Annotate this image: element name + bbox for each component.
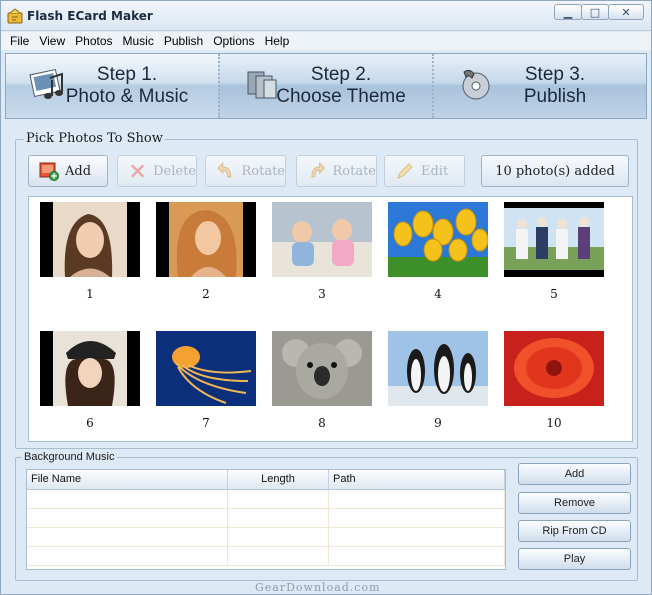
- photo-number: 9: [434, 416, 442, 430]
- step-banner: Step 1. Photo & Music Step 2. Choose The…: [5, 53, 647, 119]
- minimize-button[interactable]: ▁: [554, 4, 582, 20]
- photo-thumbnail: [388, 202, 488, 277]
- photo-thumbnail: [272, 202, 372, 277]
- photo-grid: 1 2 3 4 5 6 7 8 9 10: [28, 196, 633, 442]
- step-1-number: Step 1.: [96, 64, 158, 85]
- publish-disc-icon: [462, 69, 490, 100]
- photo-item[interactable]: 8: [272, 331, 372, 430]
- photo-item[interactable]: 6: [40, 331, 140, 430]
- photo-number: 10: [546, 416, 562, 430]
- music-table-header: File Name Length Path: [27, 470, 505, 490]
- step-photo-music[interactable]: Step 1. Photo & Music: [6, 54, 218, 118]
- photo-thumbnail: [504, 202, 604, 277]
- delete-icon: [130, 164, 145, 178]
- photo-item[interactable]: 5: [504, 202, 604, 301]
- rip-from-cd-button[interactable]: Rip From CD: [518, 520, 631, 542]
- photo-number: 1: [86, 287, 94, 301]
- remove-music-button[interactable]: Remove: [518, 492, 631, 514]
- photo-thumbnail: [40, 202, 140, 277]
- photo-count: 10 photo(s) added: [481, 155, 629, 187]
- rotate-right-icon: [311, 162, 326, 178]
- menu-view[interactable]: View: [34, 32, 70, 50]
- photo-item[interactable]: 4: [388, 202, 488, 301]
- app-logo-icon: [7, 8, 23, 24]
- menu-options[interactable]: Options: [208, 32, 259, 50]
- photo-thumbnail: [504, 331, 604, 406]
- column-file-name[interactable]: File Name: [27, 470, 228, 489]
- title-bar[interactable]: Flash ECard Maker ▁ □ ✕: [1, 1, 651, 31]
- menu-help[interactable]: Help: [260, 32, 295, 50]
- rotate-left-icon: [217, 162, 232, 178]
- menu-file[interactable]: File: [5, 32, 34, 50]
- step-2-title: Choose Theme: [276, 86, 406, 107]
- photo-number: 6: [86, 416, 94, 430]
- edit-photo-label: Edit: [421, 163, 449, 179]
- delete-photo-button[interactable]: Delete: [117, 155, 197, 187]
- photo-thumbnail: [388, 331, 488, 406]
- menu-photos[interactable]: Photos: [70, 32, 117, 50]
- table-row: [27, 547, 505, 566]
- add-photo-button[interactable]: Add: [28, 155, 108, 187]
- column-path[interactable]: Path: [329, 470, 505, 489]
- window-title: Flash ECard Maker: [27, 9, 153, 23]
- column-length[interactable]: Length: [228, 470, 329, 489]
- step-1-title: Photo & Music: [65, 86, 189, 107]
- rotate-left-label: Rotate: [241, 163, 285, 179]
- photo-item[interactable]: 2: [156, 202, 256, 301]
- step-publish[interactable]: Step 3. Publish: [432, 54, 646, 118]
- rotate-right-button[interactable]: Rotate: [296, 155, 377, 187]
- close-button[interactable]: ✕: [608, 4, 644, 20]
- rotate-left-button[interactable]: Rotate: [205, 155, 286, 187]
- delete-photo-label: Delete: [153, 163, 196, 179]
- photo-number: 3: [318, 287, 326, 301]
- photo-item[interactable]: 3: [272, 202, 372, 301]
- theme-icon: [247, 71, 277, 99]
- photos-panel-title: Pick Photos To Show: [24, 131, 165, 146]
- add-photo-icon: [39, 162, 59, 181]
- step-3-number: Step 3.: [524, 64, 586, 85]
- photo-number: 7: [202, 416, 210, 430]
- photo-thumbnail: [156, 331, 256, 406]
- menu-bar: File View Photos Music Publish Options H…: [1, 32, 651, 50]
- photo-item[interactable]: 1: [40, 202, 140, 301]
- photo-item[interactable]: 10: [504, 331, 604, 430]
- table-row: [27, 528, 505, 547]
- add-music-button[interactable]: Add: [518, 463, 631, 485]
- photos-panel: Pick Photos To Show Add Delete Rotate Ro…: [15, 131, 638, 449]
- add-photo-label: Add: [65, 163, 92, 179]
- table-row: [27, 490, 505, 509]
- photo-thumbnail: [272, 331, 372, 406]
- play-music-button[interactable]: Play: [518, 548, 631, 570]
- edit-photo-button[interactable]: Edit: [384, 155, 465, 187]
- photo-number: 4: [434, 287, 442, 301]
- step-choose-theme[interactable]: Step 2. Choose Theme: [218, 54, 432, 118]
- maximize-button[interactable]: □: [581, 4, 609, 20]
- step-2-number: Step 2.: [310, 64, 372, 85]
- step-3-title: Publish: [523, 86, 587, 107]
- menu-music[interactable]: Music: [118, 32, 159, 50]
- rotate-right-label: Rotate: [332, 163, 376, 179]
- photo-music-icon: [29, 68, 63, 99]
- photo-number: 8: [318, 416, 326, 430]
- edit-pencil-icon: [397, 163, 413, 179]
- app-window: Flash ECard Maker ▁ □ ✕ File View Photos…: [0, 0, 652, 595]
- table-row: [27, 509, 505, 528]
- music-panel-title: Background Music: [22, 451, 117, 463]
- photo-thumbnail: [40, 331, 140, 406]
- photo-item[interactable]: 9: [388, 331, 488, 430]
- music-table[interactable]: File Name Length Path: [26, 469, 506, 570]
- photo-number: 5: [550, 287, 558, 301]
- menu-publish[interactable]: Publish: [159, 32, 208, 50]
- watermark: GearDownload.com: [255, 581, 381, 594]
- photo-thumbnail: [156, 202, 256, 277]
- photo-item[interactable]: 7: [156, 331, 256, 430]
- photo-number: 2: [202, 287, 210, 301]
- music-panel: Background Music File Name Length Path A…: [15, 451, 638, 581]
